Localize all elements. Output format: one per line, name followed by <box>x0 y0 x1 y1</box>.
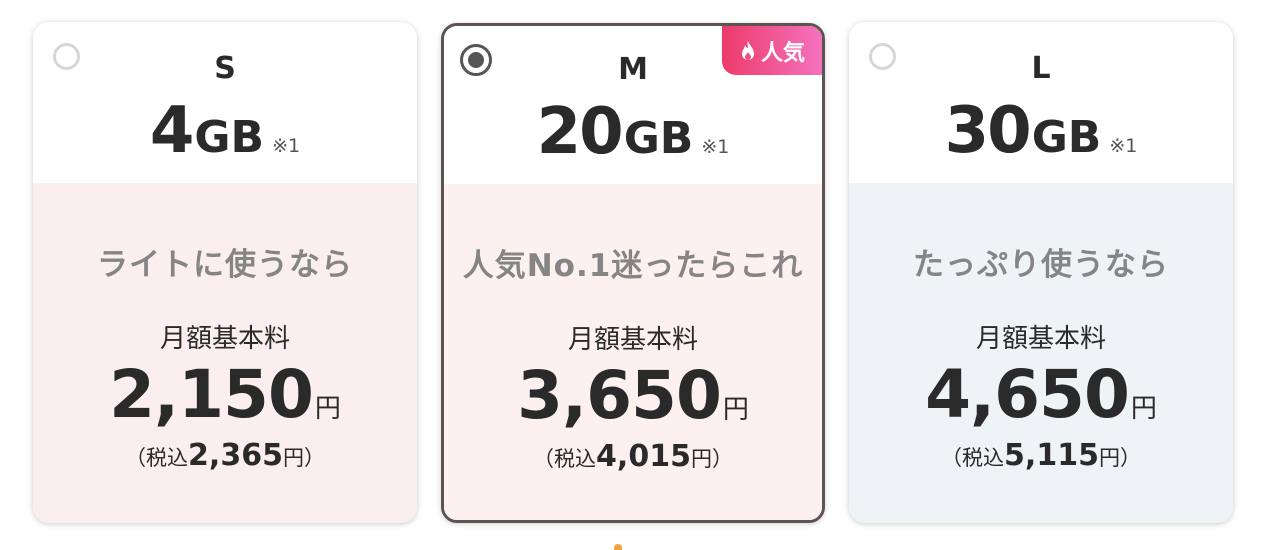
plan-card-header: 人気 M 20GB ※1 <box>444 26 822 184</box>
plan-size-label: M <box>618 52 648 87</box>
price-currency: 円 <box>1130 394 1157 424</box>
footnote-mark: ※1 <box>1109 135 1138 157</box>
plan-tagline: ライトに使うなら <box>97 247 353 283</box>
footnote-mark: ※1 <box>272 135 301 157</box>
price-currency: 円 <box>722 395 749 425</box>
data-amount: 20GB ※1 <box>444 97 822 183</box>
tax-suffix: 円） <box>1098 446 1141 470</box>
plan-size-label: L <box>1031 51 1051 86</box>
plan-card-body: ライトに使うなら 月額基本料 2,150円 （税込2,365円） <box>33 183 417 523</box>
plan-size-label: S <box>214 51 236 86</box>
tax-suffix: 円） <box>690 447 733 471</box>
price-currency: 円 <box>314 394 341 424</box>
data-amount-number: 4 <box>149 94 195 168</box>
tax-price-amount: 4,015 <box>596 439 691 474</box>
data-amount-number: 30 <box>944 94 1032 168</box>
plan-card-body: たっぷり使うなら 月額基本料 4,650円 （税込5,115円） <box>849 183 1233 523</box>
tax-included-price: （税込4,015円） <box>444 439 822 474</box>
price-amount: 2,150 <box>109 356 314 433</box>
next-section-marker <box>614 544 622 550</box>
data-amount-number: 20 <box>536 95 624 169</box>
data-amount: 30GB ※1 <box>849 96 1233 182</box>
plan-card-m[interactable]: 人気 M 20GB ※1 人気No.1迷ったらこれ 月額基本料 3,650円 （税… <box>441 23 825 523</box>
tax-prefix: （税込 <box>941 446 1005 470</box>
tax-prefix: （税込 <box>125 446 189 470</box>
data-amount-unit: GB <box>623 113 694 164</box>
tax-included-price: （税込5,115円） <box>849 438 1233 473</box>
plan-tagline: たっぷり使うなら <box>913 247 1169 283</box>
footnote-mark: ※1 <box>701 136 730 158</box>
plan-card-s[interactable]: S 4GB ※1 ライトに使うなら 月額基本料 2,150円 （税込2,365円） <box>33 22 417 523</box>
data-amount-unit: GB <box>1031 112 1102 163</box>
plan-card-header: S 4GB ※1 <box>33 22 417 183</box>
plan-card-body: 人気No.1迷ったらこれ 月額基本料 3,650円 （税込4,015円） <box>444 184 822 520</box>
plan-tagline: 人気No.1迷ったらこれ <box>462 248 804 284</box>
price-amount: 3,650 <box>517 357 722 434</box>
plan-card-l[interactable]: L 30GB ※1 たっぷり使うなら 月額基本料 4,650円 （税込5,115円… <box>849 22 1233 523</box>
tax-price-amount: 2,365 <box>188 438 283 473</box>
plan-selector: S 4GB ※1 ライトに使うなら 月額基本料 2,150円 （税込2,365円） <box>0 0 1266 550</box>
monthly-fee-label: 月額基本料 <box>975 324 1106 354</box>
tax-price-amount: 5,115 <box>1004 438 1099 473</box>
monthly-fee-label: 月額基本料 <box>159 324 290 354</box>
plan-card-header: L 30GB ※1 <box>849 22 1233 183</box>
data-amount: 4GB ※1 <box>33 96 417 182</box>
data-amount-unit: GB <box>194 112 265 163</box>
tax-included-price: （税込2,365円） <box>33 438 417 473</box>
price-amount: 4,650 <box>925 356 1130 433</box>
monthly-fee-label: 月額基本料 <box>567 325 698 355</box>
tax-suffix: 円） <box>282 446 325 470</box>
tax-prefix: （税込 <box>533 447 597 471</box>
